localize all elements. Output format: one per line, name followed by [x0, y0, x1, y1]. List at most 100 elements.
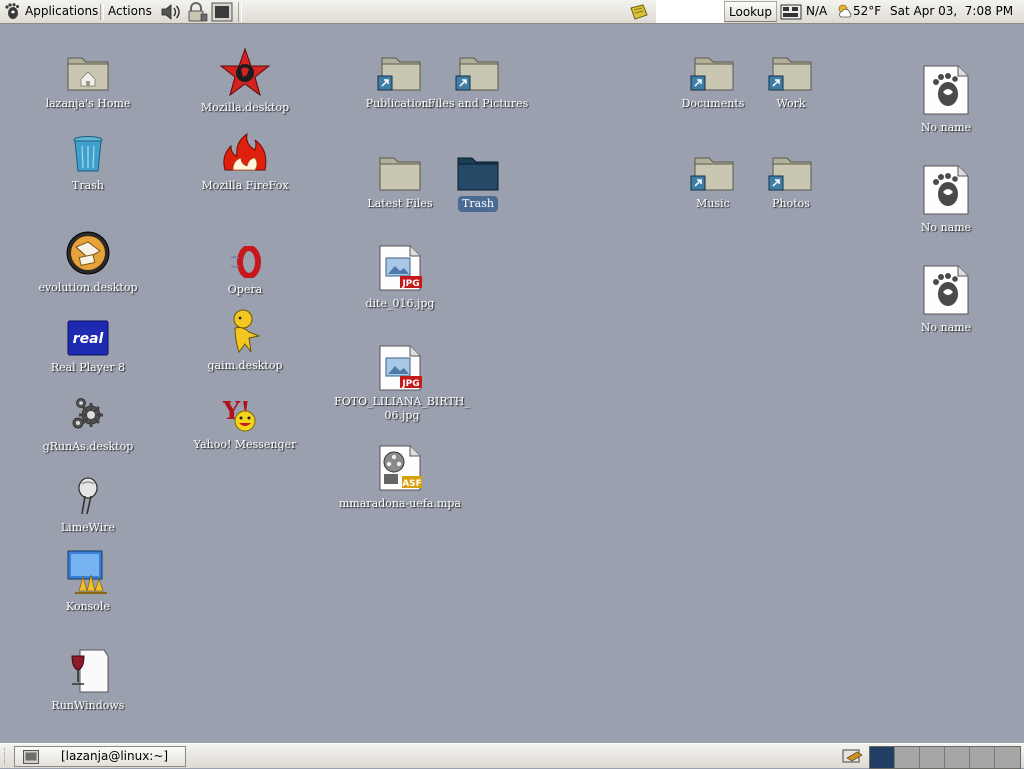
svg-text:JPG: JPG [401, 279, 419, 289]
desktop-icon-label: evolution.desktop [38, 281, 138, 294]
desktop-icon-gaim[interactable]: gaim.desktop [175, 308, 315, 373]
volume-icon[interactable] [160, 3, 182, 21]
workspace-4[interactable] [945, 747, 970, 768]
workspace-2[interactable] [895, 747, 920, 768]
top-panel: Applications Actions Lookup N/A 52°F Sat… [0, 0, 1024, 24]
desktop-icon-label: Real Player 8 [50, 361, 126, 374]
desktop-icon-label: dite_016.jpg [365, 297, 435, 310]
svg-text:JPG: JPG [401, 379, 419, 389]
terminal-icon [23, 750, 39, 764]
lock-screen-icon[interactable] [186, 2, 208, 22]
sticky-notes-icon[interactable] [630, 4, 648, 20]
lookup-button[interactable]: Lookup [724, 1, 777, 22]
svg-text:ASF: ASF [402, 479, 422, 489]
desktop-icon-no-name-3[interactable]: No name [876, 264, 1016, 335]
desktop-icon-no-name-2[interactable]: No name [876, 164, 1016, 235]
applications-menu[interactable]: Applications [25, 0, 98, 23]
desktop-icon-yahoo[interactable]: Y! Yahoo! Messenger [175, 397, 315, 452]
panel-separator [100, 4, 104, 20]
desktop-icon-evolution[interactable]: evolution.desktop [18, 230, 158, 295]
desktop-icon-opera[interactable]: Opera [175, 246, 315, 297]
workspace-1[interactable] [870, 747, 895, 768]
folder-link-icon [455, 57, 499, 91]
desktop-icon-photos[interactable]: Photos [721, 152, 861, 211]
desktop-icon-label: LimeWire [60, 521, 116, 534]
bottom-panel: [lazanja@linux:~] [0, 743, 1024, 769]
desktop-icon-label: Trash [72, 179, 104, 192]
desktop-icon-label: FOTO_LILIANA_BIRTH_06.jpg [334, 395, 470, 422]
desktop-icon-label: No name [920, 321, 972, 334]
folder-link-icon [768, 157, 812, 191]
desktop-icon-label: gaim.desktop [207, 359, 283, 372]
desktop-icon-grunas[interactable]: gRunAs.desktop [18, 393, 158, 454]
taskbar-button-terminal[interactable]: [lazanja@linux:~] [14, 746, 186, 767]
folder-dark-icon [457, 157, 499, 191]
panel-separator [238, 2, 242, 22]
mozilla-icon [219, 48, 271, 96]
desktop-icon-label: No name [920, 221, 972, 234]
limewire-icon [78, 477, 98, 515]
panel-handle[interactable] [4, 748, 9, 765]
desktop-icon-label: Work [776, 97, 806, 110]
evolution-icon [66, 231, 110, 275]
network-monitor-icon[interactable] [780, 4, 802, 20]
clock[interactable]: Sat Apr 03, 7:08 PM [890, 0, 1013, 23]
svg-text:real: real [73, 331, 104, 347]
opera-icon [230, 246, 261, 278]
desktop-icon-label: Photos [772, 197, 810, 210]
desktop-icon-limewire[interactable]: LimeWire [18, 476, 158, 535]
desktop-icon-mpa-video[interactable]: ASF mmaradona-uefa.mpa [330, 444, 470, 511]
desktop-icon-trash-folder[interactable]: Trash [408, 152, 548, 212]
weather-temperature: 52°F [853, 4, 882, 18]
asf-video-file-icon: ASF [379, 445, 422, 491]
desktop-icon-mozilla[interactable]: Mozilla.desktop [175, 48, 315, 115]
desktop-icon-label: Mozilla.desktop [200, 101, 290, 114]
gnome-foot-file-icon [923, 65, 969, 115]
screenshot-icon[interactable] [211, 2, 233, 22]
gnome-foot-icon[interactable] [4, 0, 20, 23]
desktop-icon-home[interactable]: lazanja's Home [18, 52, 158, 111]
desktop-icon-realplayer[interactable]: real Real Player 8 [18, 320, 158, 375]
desktop-icon-label: gRunAs.desktop [42, 440, 134, 453]
gnome-foot-file-icon [923, 265, 969, 315]
desktop-icon-label: Yahoo! Messenger [193, 438, 297, 451]
konsole-icon [67, 550, 107, 594]
weather-cloud-sun-icon[interactable] [836, 3, 854, 19]
home-folder-icon [67, 57, 109, 91]
taskbar-button-label: [lazanja@linux:~] [61, 749, 169, 763]
desktop-icon-dite-jpg[interactable]: JPG dite_016.jpg [330, 244, 470, 311]
desktop-icon-trash[interactable]: Trash [18, 134, 158, 193]
desktop-icon-runwindows[interactable]: RunWindows [18, 648, 158, 713]
gnome-foot-file-icon [923, 165, 969, 215]
actions-menu[interactable]: Actions [108, 0, 152, 23]
desktop-icon-label: Files and Pictures [427, 97, 529, 110]
trash-can-icon [73, 136, 103, 172]
desktop-icon-label: Opera [227, 283, 263, 296]
desktop-icon-label: RunWindows [51, 699, 125, 712]
desktop-icon-label: mmaradona-uefa.mpa [338, 497, 461, 510]
desktop-icon-label: Trash [458, 196, 498, 212]
desktop-icon-label: lazanja's Home [45, 97, 131, 110]
desktop-icon-work[interactable]: Work [721, 52, 861, 111]
desktop-icon-firefox[interactable]: Mozilla FireFox [175, 132, 315, 193]
desktop-icon-label: No name [920, 121, 972, 134]
workspace-6[interactable] [995, 747, 1020, 768]
jpg-file-icon: JPG [379, 345, 422, 391]
desktop-icon-konsole[interactable]: Konsole [18, 549, 158, 614]
wine-icon [71, 649, 109, 693]
desktop-icon-label: Konsole [66, 600, 110, 613]
dictionary-lookup-input[interactable] [656, 0, 724, 23]
show-desktop-icon[interactable] [842, 748, 864, 764]
desktop-icon-files-and-pictures[interactable]: Files and Pictures [408, 52, 548, 111]
desktop-icon-no-name-1[interactable]: No name [876, 64, 1016, 135]
workspace-switcher[interactable] [869, 746, 1021, 769]
folder-link-icon [768, 57, 812, 91]
network-status: N/A [806, 4, 828, 18]
gears-icon [72, 398, 103, 429]
workspace-3[interactable] [920, 747, 945, 768]
realplayer-icon: real [67, 320, 109, 356]
workspace-5[interactable] [970, 747, 995, 768]
desktop-icon-label: Mozilla FireFox [201, 179, 289, 192]
firefox-icon [223, 132, 267, 171]
desktop-icon-foto-jpg[interactable]: JPG FOTO_LILIANA_BIRTH_06.jpg [330, 344, 470, 423]
